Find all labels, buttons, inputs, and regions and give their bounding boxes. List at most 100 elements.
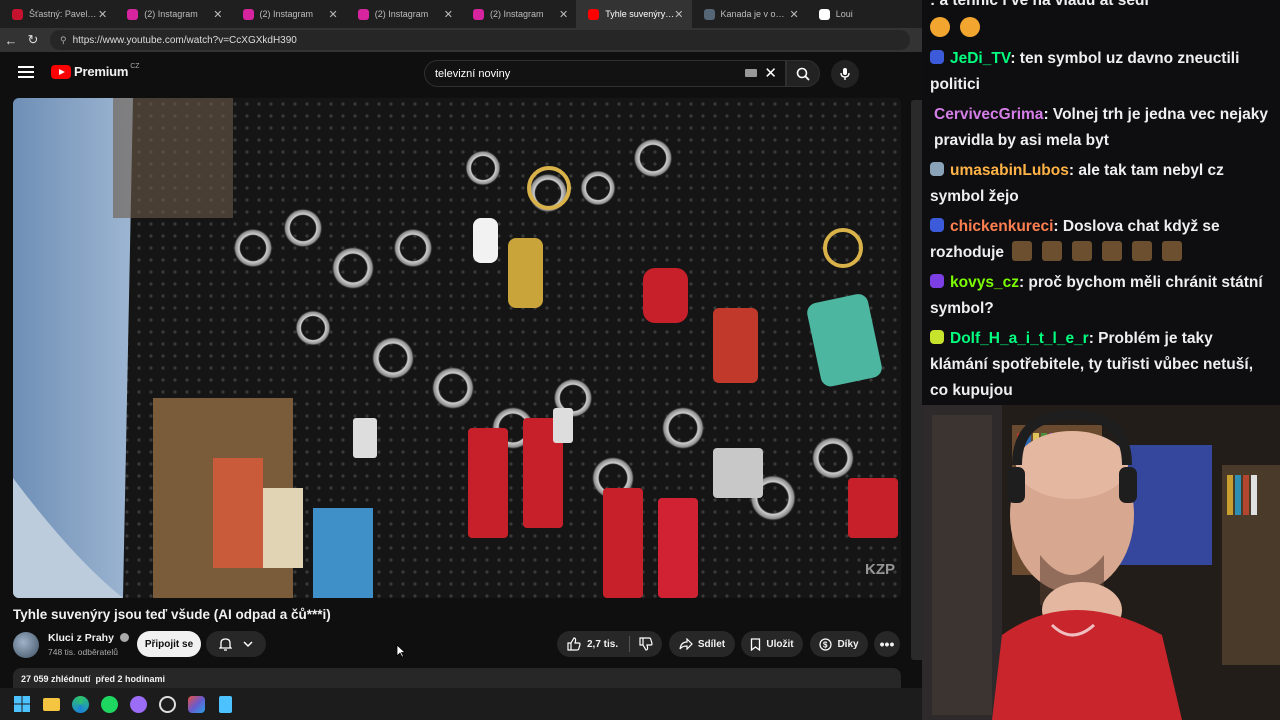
chat-badge-icon [930, 218, 944, 232]
chat-message: : a tennic i ve na vladu at sedi [930, 0, 1272, 42]
tab-title: (2) Instagram [144, 9, 198, 19]
emote-icon [960, 17, 980, 37]
verified-icon [119, 633, 129, 642]
share-label: Sdílet [697, 638, 726, 650]
chat-badge-icon [930, 274, 944, 288]
browser-tab[interactable]: (2) Instagram ✕ [346, 0, 461, 28]
instagram-icon [127, 8, 139, 20]
chat-badge-icon [930, 330, 944, 344]
browser-tab[interactable]: Loui [807, 0, 922, 28]
tab-title: Loui [835, 9, 853, 19]
youtube-header: Premium CZ televizní noviny ✕ [0, 52, 922, 92]
more-actions-button[interactable]: ••• [874, 631, 900, 657]
close-tab-icon[interactable]: ✕ [790, 8, 799, 21]
news-icon [703, 8, 715, 20]
video-player[interactable]: KZP [13, 98, 901, 598]
youtube-icon [588, 8, 600, 20]
super-thanks-icon: $ [819, 637, 833, 651]
microphone-icon [840, 68, 850, 80]
edge-browser-icon[interactable] [70, 694, 90, 714]
chat-message: Dolf_H_a_i_t_l_e_r: Problém je taky klám… [930, 326, 1272, 404]
url-field[interactable]: ⚲ https://www.youtube.com/watch?v=CcXGXk… [50, 30, 910, 50]
tab-title: Tyhle suvenýry jsou [605, 9, 675, 19]
chat-message: kovys_cz: proč bychom měli chránit státn… [930, 270, 1272, 322]
close-tab-icon[interactable]: ✕ [559, 8, 568, 21]
keyboard-icon[interactable] [745, 69, 757, 77]
windows-start-icon[interactable] [12, 694, 32, 714]
tab-title: Kanada je v obchodní vá [720, 9, 790, 19]
browser-tab[interactable]: Tyhle suvenýry jsou✕ [576, 0, 692, 28]
clear-search-icon[interactable]: ✕ [764, 64, 777, 82]
publish-time: před 2 hodinami [95, 674, 166, 684]
save-button[interactable]: Uložit [741, 631, 803, 657]
paint-icon[interactable] [186, 694, 206, 714]
reload-icon[interactable]: ↻ [22, 29, 44, 51]
voice-search-button[interactable] [831, 60, 859, 88]
chat-message: chickenkureci: Doslova chat když se rozh… [930, 214, 1272, 266]
close-tab-icon[interactable]: ✕ [444, 8, 453, 21]
youtube-logo[interactable]: Premium CZ [51, 63, 140, 79]
chat-username[interactable]: CervivecGrima [934, 106, 1043, 123]
like-count: 2,7 tis. [587, 638, 619, 650]
emote-icon [1102, 241, 1123, 261]
browser-tab[interactable]: Šťastný: Pavel je lídr opo✕ [0, 0, 115, 28]
tab-title: (2) Instagram [259, 9, 314, 19]
url-text: https://www.youtube.com/watch?v=CcXGXkdH… [72, 34, 297, 46]
instagram-icon [473, 8, 484, 20]
close-tab-icon[interactable]: ✕ [674, 8, 683, 21]
chat-username[interactable]: Dolf_H_a_i_t_l_e_r [950, 330, 1089, 347]
chat-username[interactable]: kovys_cz [950, 274, 1019, 291]
chat-message: CervivecGrima: Volnej trh je jedna vec n… [930, 102, 1272, 154]
site-info-icon[interactable]: ⚲ [60, 35, 67, 46]
join-button[interactable]: Připojit se [137, 631, 201, 657]
channel-name-text: Kluci z Prahy [48, 632, 114, 644]
instagram-icon [357, 8, 369, 20]
browser-tab[interactable]: Kanada je v obchodní vá✕ [692, 0, 807, 28]
chat-username[interactable]: JeDi_TV [950, 50, 1010, 67]
share-icon [679, 638, 693, 650]
stream-chat-overlay: : a tennic i ve na vladu at sedi JeDi_TV:… [922, 0, 1280, 405]
channel-name[interactable]: Kluci z Prahy [48, 632, 129, 644]
like-button[interactable]: 2,7 tis. [557, 631, 662, 657]
emote-icon [1072, 241, 1093, 261]
webcam-feed [922, 405, 1280, 720]
share-button[interactable]: Sdílet [669, 631, 735, 657]
description-box[interactable]: 27 059 zhlédnutí před 2 hodinami [13, 668, 901, 688]
close-tab-icon[interactable]: ✕ [213, 8, 222, 21]
close-tab-icon[interactable]: ✕ [329, 8, 338, 21]
thumbs-down-icon[interactable] [639, 637, 653, 651]
emote-icon [1132, 241, 1153, 261]
svg-text:$: $ [823, 640, 828, 649]
messenger-icon[interactable] [128, 694, 148, 714]
browser-tab[interactable]: (2) Instagram ✕ [231, 0, 346, 28]
emote-icon [930, 17, 950, 37]
brand-text: Premium [74, 64, 129, 79]
mouse-cursor [396, 644, 406, 658]
browser-tab[interactable]: (2) Instagram ✕ [115, 0, 230, 28]
chat-message: umasabinLubos: ale tak tam nebyl cz symb… [930, 158, 1272, 210]
file-explorer-icon[interactable] [41, 694, 61, 714]
search-icon [796, 67, 810, 81]
search-button[interactable] [786, 60, 820, 87]
back-icon[interactable]: ← [0, 29, 22, 51]
emote-icon [1042, 241, 1063, 261]
search-input[interactable]: televizní noviny ✕ [424, 60, 786, 87]
close-tab-icon[interactable]: ✕ [98, 8, 107, 21]
view-count: 27 059 zhlédnutí [21, 674, 91, 684]
browser-tab-bar: Šťastný: Pavel je lídr opo✕ (2) Instagram… [0, 0, 922, 28]
channel-avatar[interactable] [13, 632, 39, 658]
chat-message: JeDi_TV: ten symbol uz davno zneuctili p… [930, 46, 1272, 98]
notepad-icon[interactable] [215, 694, 235, 714]
menu-icon[interactable] [18, 66, 34, 78]
spotify-icon[interactable] [99, 694, 119, 714]
thanks-button[interactable]: $ Díky [810, 631, 868, 657]
address-bar-row: ← ↻ ⚲ https://www.youtube.com/watch?v=Cc… [0, 28, 922, 52]
chat-username[interactable]: chickenkureci [950, 218, 1053, 235]
browser-tab[interactable]: (2) Instagram ✕ [461, 0, 576, 28]
save-label: Uložit [766, 638, 794, 650]
chat-username[interactable]: umasabinLubos [950, 162, 1069, 179]
notification-button[interactable] [206, 631, 266, 657]
obs-icon[interactable] [157, 694, 177, 714]
chat-text: : a tennic i ve na vladu at sedi [930, 0, 1149, 9]
video-frame: KZP [13, 98, 901, 598]
